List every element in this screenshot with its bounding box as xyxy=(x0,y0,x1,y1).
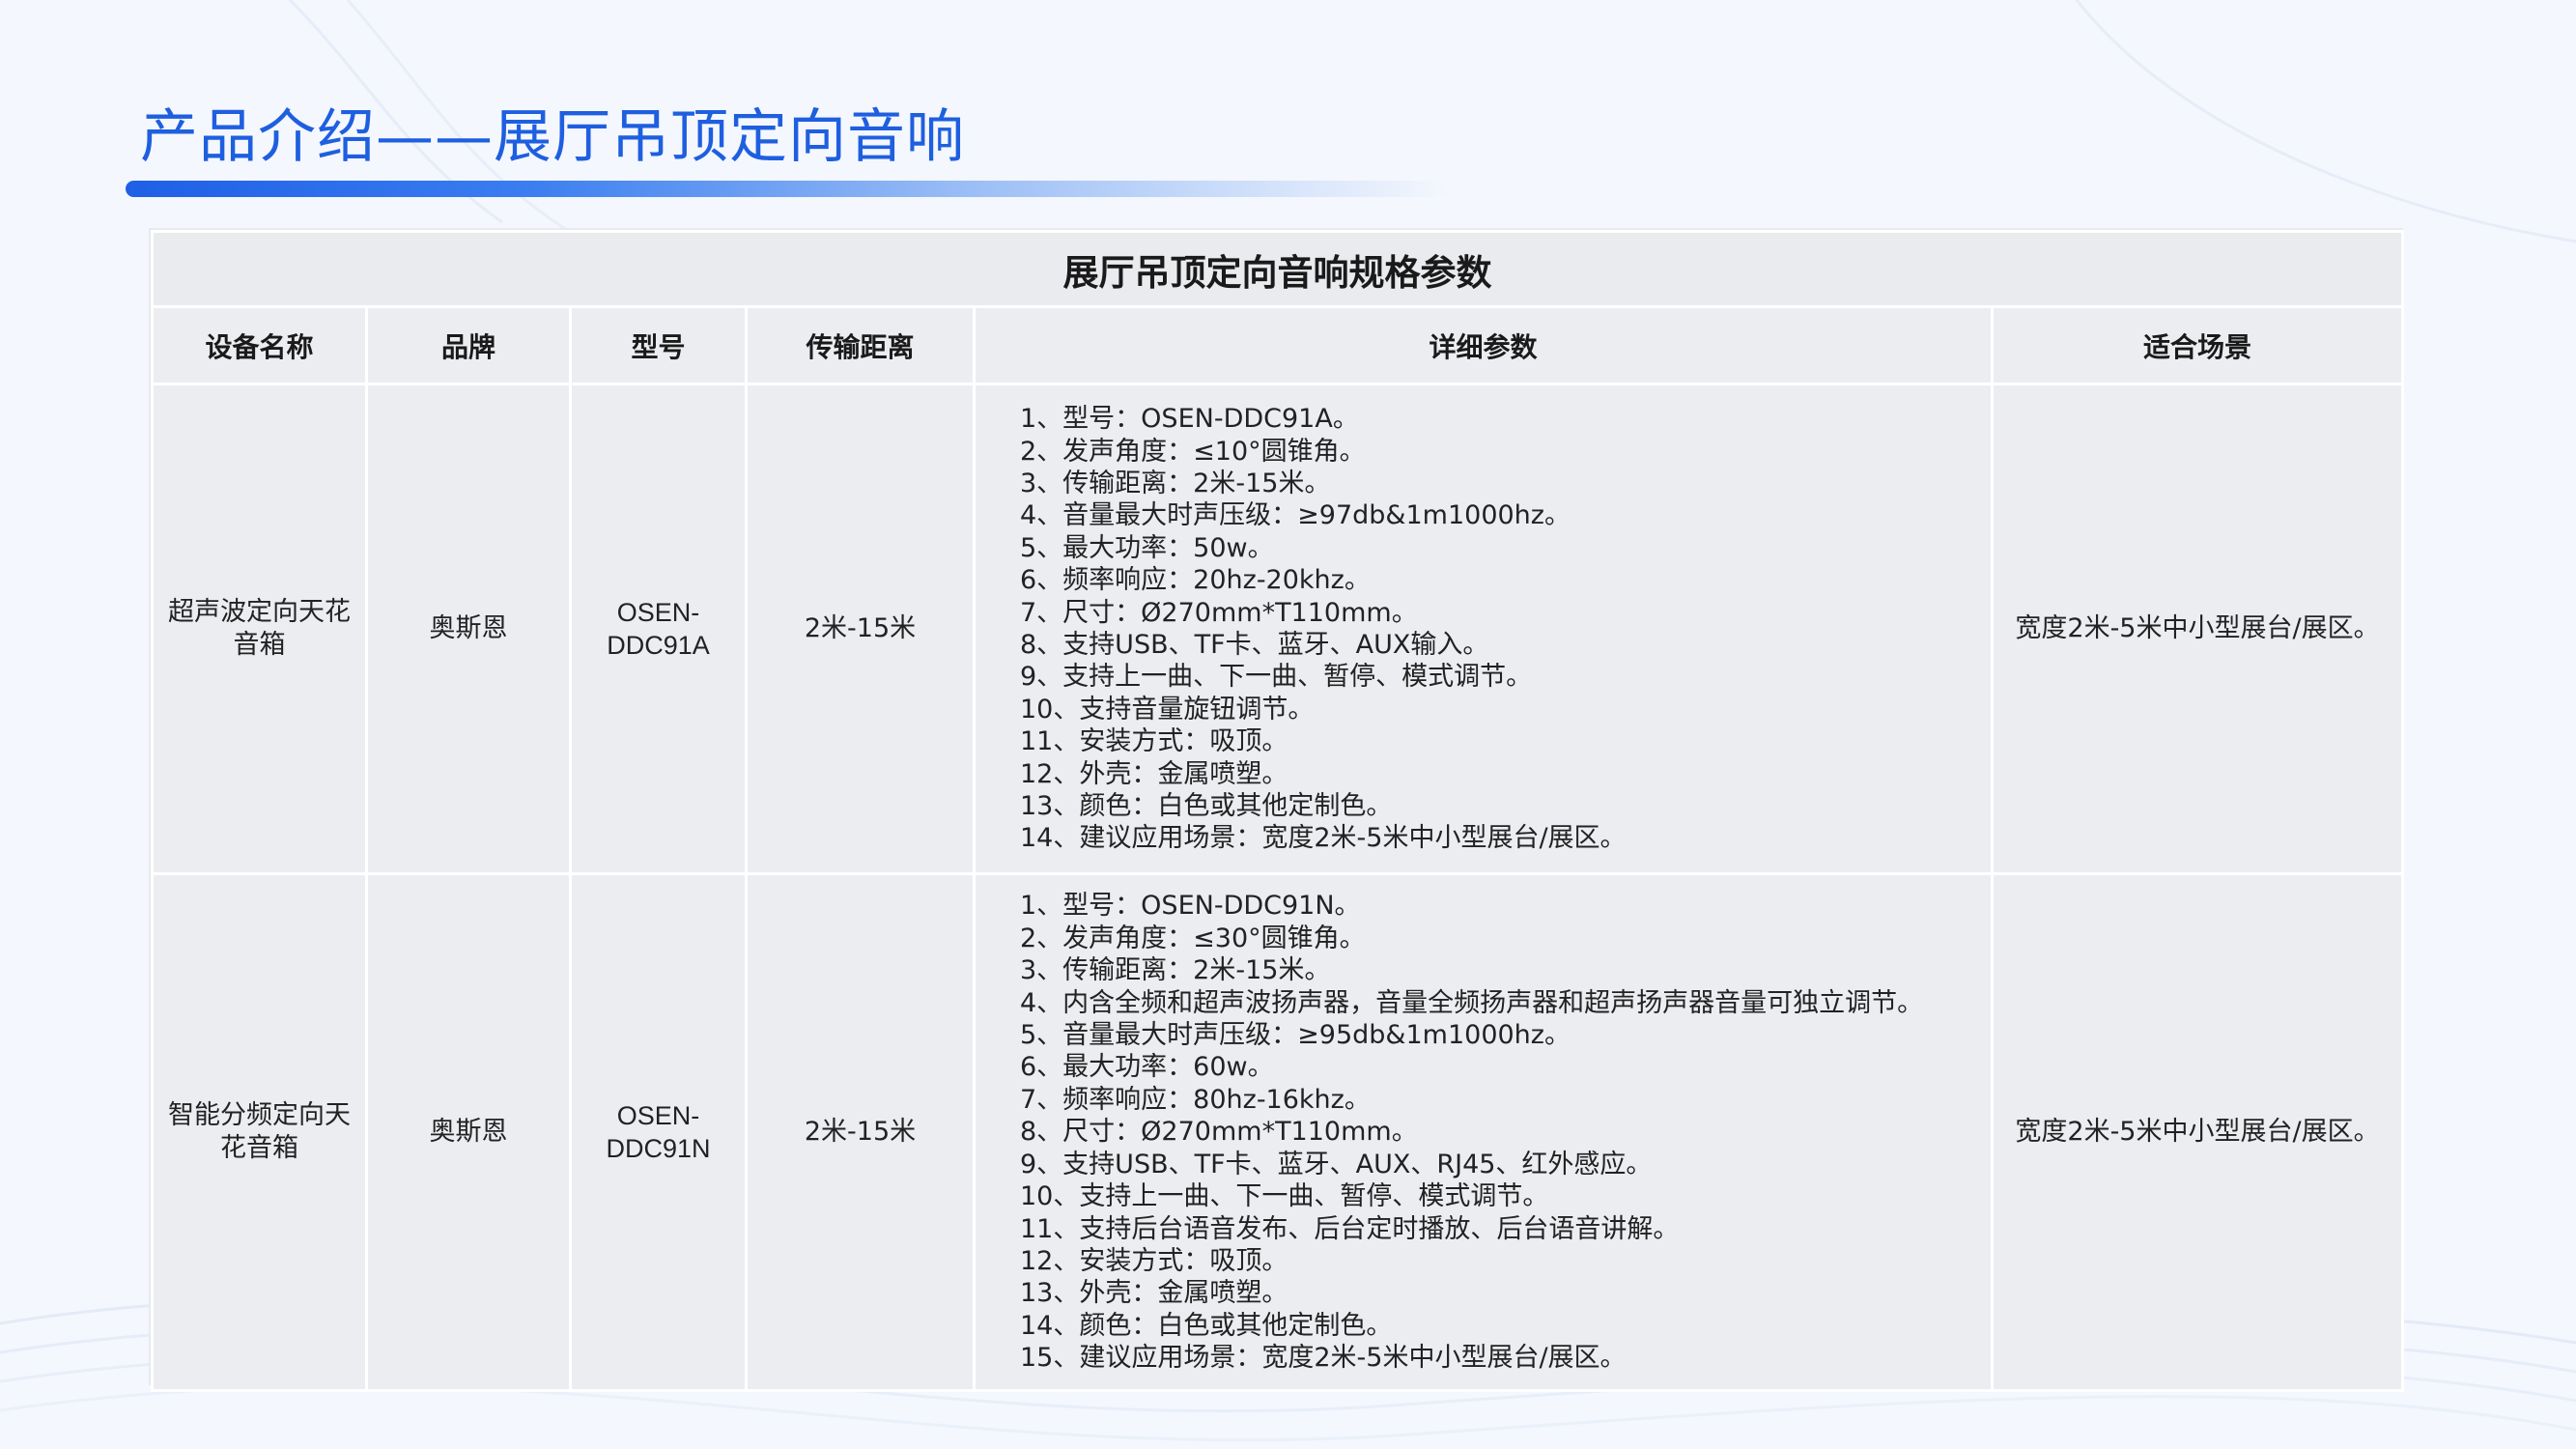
detail-item: 5、最大功率：50w。 xyxy=(1020,532,1274,563)
distance-cell: 2米-15米 xyxy=(745,383,976,875)
scene-cell: 宽度2米-5米中小型展台/展区。 xyxy=(1991,872,2404,1392)
detail-item: 10、支持上一曲、下一曲、暂停、模式调节。 xyxy=(1020,1181,1549,1212)
header-model: 型号 xyxy=(569,305,748,385)
detail-list: 1、型号：OSEN-DDC91A。 2、发声角度：≤10°圆锥角。 3、传输距离… xyxy=(1020,403,1990,855)
page-title: 产品介绍——展厅吊顶定向音响 xyxy=(140,103,965,171)
spec-table: 展厅吊顶定向音响规格参数 设备名称 品牌 型号 传输距离 详细参数 适合场景 超… xyxy=(151,230,2404,1392)
detail-item: 2、发声角度：≤30°圆锥角。 xyxy=(1020,923,1366,953)
detail-item: 13、颜色：白色或其他定制色。 xyxy=(1020,791,1393,822)
detail-item: 7、频率响应：80hz-16khz。 xyxy=(1020,1084,1371,1115)
title-underline-bar xyxy=(126,181,1449,197)
detail-list: 1、型号：OSEN-DDC91N。 2、发声角度：≤30°圆锥角。 3、传输距离… xyxy=(1020,890,1990,1374)
details-cell: 1、型号：OSEN-DDC91N。 2、发声角度：≤30°圆锥角。 3、传输距离… xyxy=(973,872,1994,1392)
header-brand: 品牌 xyxy=(365,305,572,385)
scene-cell: 宽度2米-5米中小型展台/展区。 xyxy=(1991,383,2404,875)
brand-cell: 奥斯恩 xyxy=(365,383,572,875)
detail-item: 5、音量最大时声压级：≥95db&1m1000hz。 xyxy=(1020,1020,1571,1051)
header-distance: 传输距离 xyxy=(745,305,976,385)
device-name-cell: 智能分频定向天花音箱 xyxy=(151,872,368,1392)
detail-item: 1、型号：OSEN-DDC91A。 xyxy=(1020,404,1359,435)
detail-item: 14、颜色：白色或其他定制色。 xyxy=(1020,1310,1393,1341)
detail-item: 6、频率响应：20hz-20khz。 xyxy=(1020,565,1371,596)
detail-item: 6、最大功率：60w。 xyxy=(1020,1052,1274,1083)
detail-item: 12、外壳：金属喷塑。 xyxy=(1020,758,1288,789)
device-name-cell: 超声波定向天花音箱 xyxy=(151,383,368,875)
detail-item: 8、支持USB、TF卡、蓝牙、AUX输入。 xyxy=(1020,630,1489,660)
detail-item: 11、安装方式：吸顶。 xyxy=(1020,726,1288,757)
detail-item: 10、支持音量旋钮调节。 xyxy=(1020,694,1315,724)
detail-item: 15、建议应用场景：宽度2米-5米中小型展台/展区。 xyxy=(1020,1343,1627,1374)
detail-item: 8、尺寸：Ø270mm*T110mm。 xyxy=(1020,1117,1418,1148)
detail-item: 7、尺寸：Ø270mm*T110mm。 xyxy=(1020,597,1418,628)
detail-item: 3、传输距离：2米-15米。 xyxy=(1020,468,1331,498)
model-cell: OSEN-DDC91A xyxy=(569,383,748,875)
details-cell: 1、型号：OSEN-DDC91A。 2、发声角度：≤10°圆锥角。 3、传输距离… xyxy=(973,383,1994,875)
table-caption: 展厅吊顶定向音响规格参数 xyxy=(151,230,2404,308)
header-details: 详细参数 xyxy=(973,305,1994,385)
detail-item: 2、发声角度：≤10°圆锥角。 xyxy=(1020,436,1366,467)
detail-item: 13、外壳：金属喷塑。 xyxy=(1020,1278,1288,1309)
detail-item: 3、传输距离：2米-15米。 xyxy=(1020,955,1331,986)
distance-cell: 2米-15米 xyxy=(745,872,976,1392)
detail-item: 14、建议应用场景：宽度2米-5米中小型展台/展区。 xyxy=(1020,823,1627,854)
detail-item: 9、支持上一曲、下一曲、暂停、模式调节。 xyxy=(1020,662,1533,693)
table-header-row: 设备名称 品牌 型号 传输距离 详细参数 适合场景 xyxy=(151,305,2404,385)
detail-item: 4、内含全频和超声波扬声器，音量全频扬声器和超声扬声器音量可独立调节。 xyxy=(1020,987,1924,1018)
header-scene: 适合场景 xyxy=(1991,305,2404,385)
detail-item: 9、支持USB、TF卡、蓝牙、AUX、RJ45、红外感应。 xyxy=(1020,1149,1653,1179)
detail-item: 4、音量最大时声压级：≥97db&1m1000hz。 xyxy=(1020,500,1571,531)
brand-cell: 奥斯恩 xyxy=(365,872,572,1392)
header-device-name: 设备名称 xyxy=(151,305,368,385)
table-row: 智能分频定向天花音箱 奥斯恩 OSEN-DDC91N 2米-15米 1、型号：O… xyxy=(151,872,2404,1392)
detail-item: 1、型号：OSEN-DDC91N。 xyxy=(1020,891,1361,922)
spec-table-container: 展厅吊顶定向音响规格参数 设备名称 品牌 型号 传输距离 详细参数 适合场景 超… xyxy=(149,228,2404,1392)
detail-item: 12、安装方式：吸顶。 xyxy=(1020,1245,1288,1276)
detail-item: 11、支持后台语音发布、后台定时播放、后台语音讲解。 xyxy=(1020,1213,1680,1244)
table-row: 超声波定向天花音箱 奥斯恩 OSEN-DDC91A 2米-15米 1、型号：OS… xyxy=(151,383,2404,875)
model-cell: OSEN-DDC91N xyxy=(569,872,748,1392)
